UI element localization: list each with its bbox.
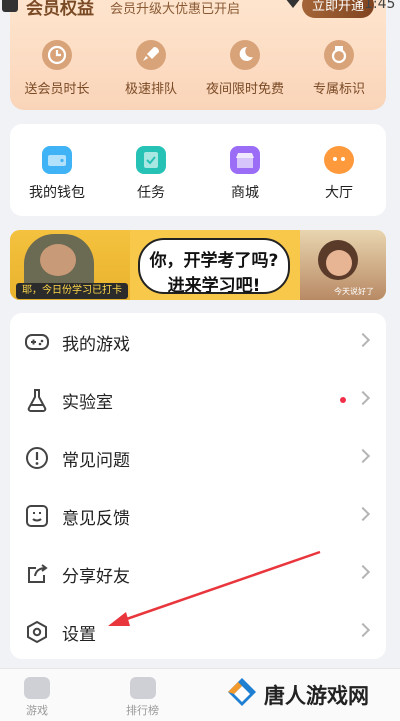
banner-line-2: 进来学习吧! [167,276,261,296]
app-status-icon [2,0,18,12]
watermark-text: 唐人游戏网 [264,684,369,708]
hall-icon [324,146,354,174]
menu-item-label: 实验室 [62,392,113,413]
status-time: 1:45 [364,0,396,12]
vip-benefit-duration[interactable]: 送会员时长 [10,40,104,97]
nav-tab-label: 排行榜 [126,704,159,717]
trophy-nav-icon [129,677,156,699]
quick-item-label: 任务 [137,185,165,201]
banner-small-text: 今天说好了 [334,287,374,296]
chevron-right-icon [355,448,371,464]
menu-item-label: 常见问题 [62,450,130,471]
banner-left-art: 耶，今日份学习已打卡 [10,230,130,300]
nav-tab-ranking[interactable]: 排行榜 [126,677,159,718]
banner-tag: 耶，今日份学习已打卡 [16,283,128,299]
vip-benefit-nightfree[interactable]: 夜间限时免费 [198,40,292,97]
quick-item-label: 大厅 [325,185,353,201]
gamepad-nav-icon [24,677,50,699]
wifi-icon [285,0,301,8]
share-icon [24,561,50,587]
vip-benefit-label: 送会员时长 [24,82,90,97]
menu-item-label: 意见反馈 [62,508,130,529]
menu-item-faq[interactable]: 常见问题 [10,429,386,487]
vip-title: 会员权益 [26,0,94,19]
clock-icon [42,40,72,70]
vip-benefit-badge[interactable]: 专属标识 [292,40,386,97]
banner-girl-face [326,250,352,276]
quick-item-label: 商城 [231,185,259,201]
menu-item-feedback[interactable]: 意见反馈 [10,487,386,545]
chevron-right-icon [355,332,371,348]
chevron-right-icon [355,622,371,638]
vip-benefit-label: 极速排队 [124,82,177,97]
vip-benefits: 送会员时长 极速排队 夜间限时免费 专属标识 [10,40,386,97]
menu-item-my-games[interactable]: 我的游戏 [10,313,386,371]
task-icon [136,146,166,174]
banner-line-1: 你，开学考了吗? [149,251,279,271]
watermark-logo-icon [228,678,256,706]
banner-person-face [40,244,76,276]
quick-actions: 我的钱包 任务 商城 大厅 [10,124,386,216]
shop-icon [230,146,260,174]
wallet-icon [42,146,72,174]
badge-icon [324,40,354,70]
info-icon [24,445,50,471]
quick-item-label: 我的钱包 [29,185,85,201]
annotation-arrow [108,550,321,626]
menu-item-label: 我的游戏 [62,334,130,355]
vip-benefit-label: 夜间限时免费 [205,82,284,97]
nav-tab-games[interactable]: 游戏 [24,677,50,718]
chevron-right-icon [355,564,371,580]
nav-tab-label: 游戏 [26,704,48,717]
vip-benefit-label: 专属标识 [312,82,365,97]
new-badge-dot [340,397,346,403]
vip-subtitle: 会员升级大优惠已开启 [110,2,241,17]
promo-banner[interactable]: 耶，今日份学习已打卡 你，开学考了吗? 进来学习吧! 今天说好了 [10,230,386,300]
quick-item-hall[interactable]: 大厅 [292,124,386,216]
chevron-right-icon [355,390,371,406]
quick-item-wallet[interactable]: 我的钱包 [10,124,104,216]
banner-speech-bubble: 你，开学考了吗? 进来学习吧! [138,238,290,296]
chevron-right-icon [355,506,371,522]
moon-cloud-icon [230,40,260,70]
flask-icon [24,387,50,413]
menu-item-label: 设置 [62,624,96,645]
quick-item-shop[interactable]: 商城 [198,124,292,216]
rocket-icon [136,40,166,70]
gamepad-icon [24,329,50,355]
vip-benefit-fastqueue[interactable]: 极速排队 [104,40,198,97]
menu-item-lab[interactable]: 实验室 [10,371,386,429]
quick-item-task[interactable]: 任务 [104,124,198,216]
feedback-icon [24,503,50,529]
watermark: 唐人游戏网 [218,672,400,718]
settings-icon [24,619,50,645]
